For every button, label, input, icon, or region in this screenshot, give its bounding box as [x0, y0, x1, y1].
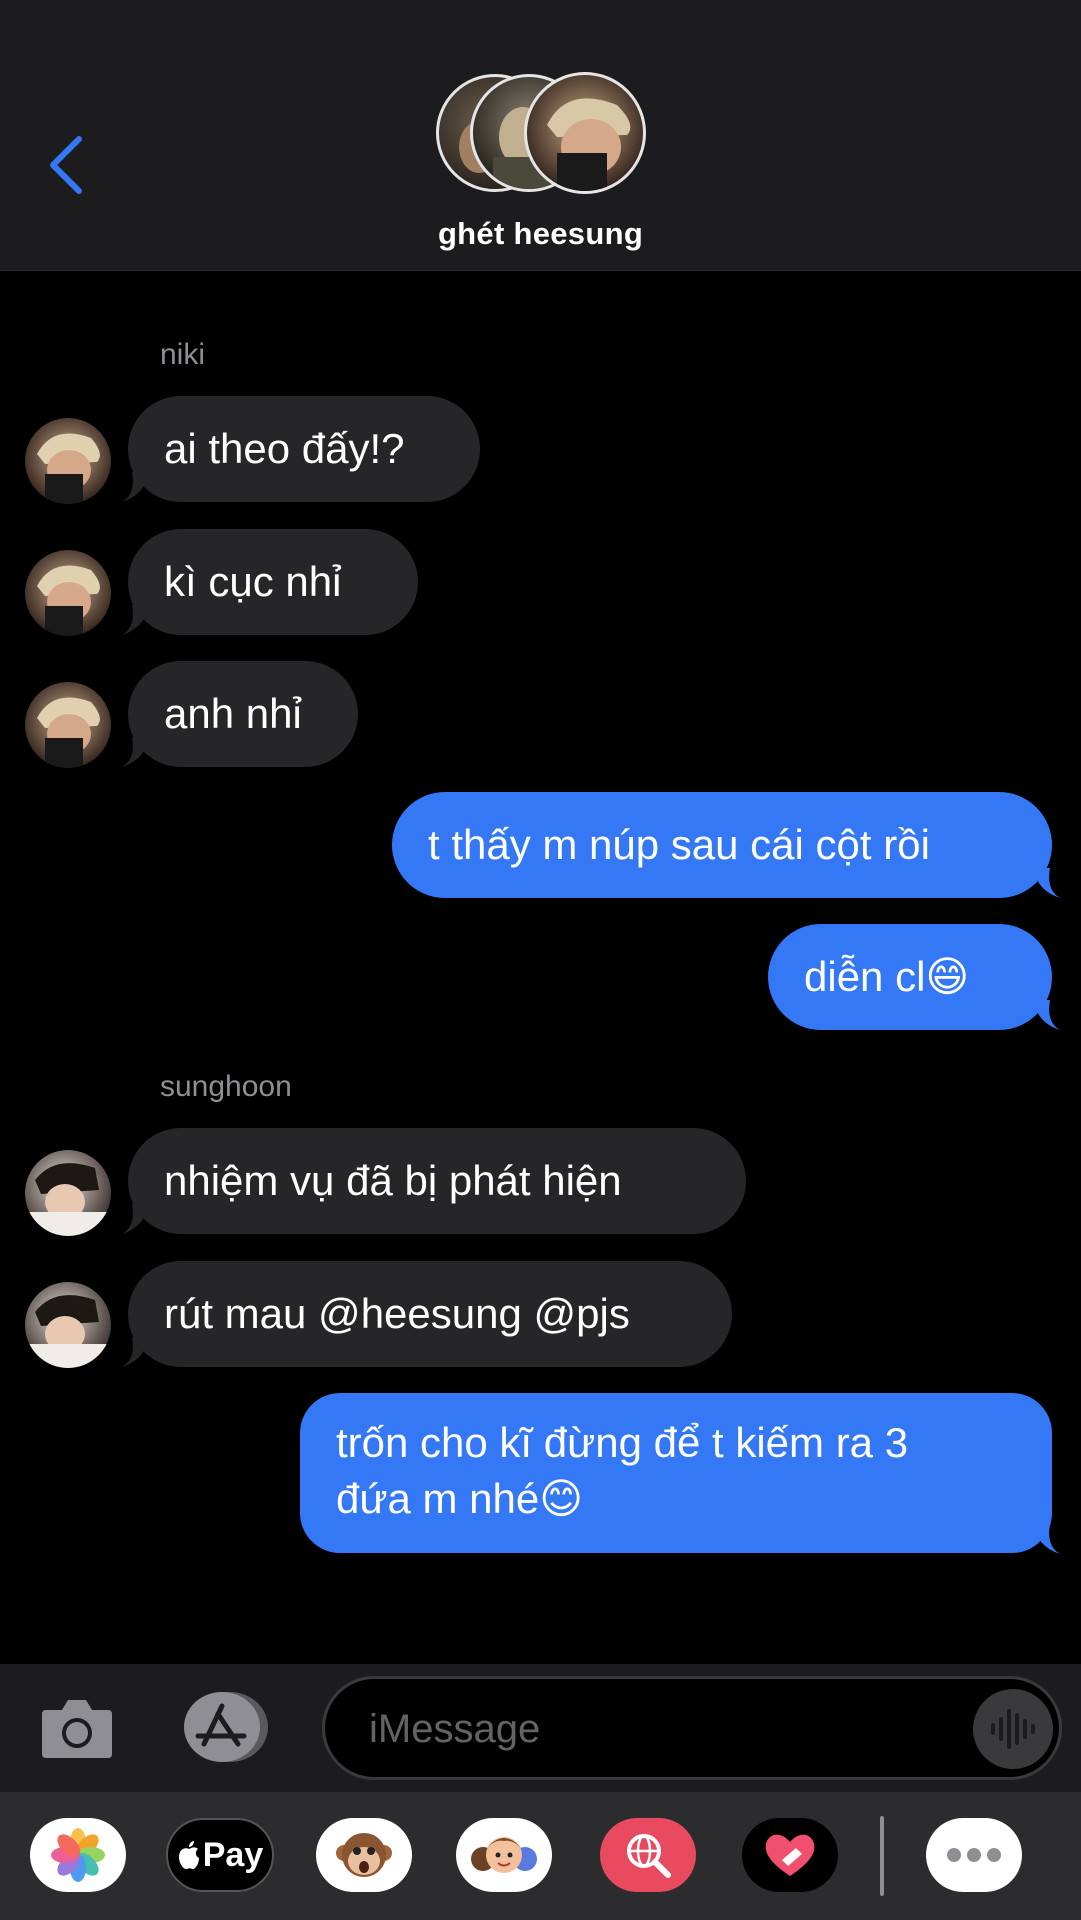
heart-touch-icon [765, 1834, 815, 1876]
avatar [524, 72, 646, 194]
back-button[interactable] [40, 130, 90, 200]
digital-touch-button[interactable] [742, 1818, 838, 1892]
camera-icon [42, 1700, 112, 1758]
message-bubble[interactable]: trốn cho kĩ đừng để t kiếm ra 3 đứa m nh… [300, 1393, 1052, 1553]
bubble-tail [122, 737, 148, 767]
message-bubble[interactable]: rút mau @heesung @pjs [128, 1261, 732, 1367]
avatar[interactable] [25, 1150, 111, 1236]
conversation-header: ghét heesung [0, 0, 1081, 271]
photos-app-button[interactable] [30, 1818, 126, 1892]
bubble-tail [1034, 1524, 1060, 1554]
message-bubble[interactable]: t thấy m núp sau cái cột rồi [392, 792, 1052, 898]
imessage-input[interactable] [367, 1679, 931, 1779]
bubble-tail [122, 472, 148, 502]
audio-message-button[interactable] [973, 1689, 1053, 1769]
drawer-divider [880, 1816, 884, 1896]
group-name[interactable]: ghét heesung [0, 216, 1081, 252]
bubble-tail [122, 1337, 148, 1367]
chevron-left-icon [50, 136, 82, 194]
message-line: đứa m nhé😊 [336, 1475, 584, 1522]
camera-button[interactable] [40, 1694, 114, 1760]
message-bubble[interactable]: diễn cl😄 [768, 924, 1052, 1030]
avatar[interactable] [25, 1282, 111, 1368]
message-bubble[interactable]: anh nhỉ [128, 661, 358, 767]
compose-bar [0, 1664, 1081, 1792]
web-search-button[interactable] [600, 1818, 696, 1892]
message-bubble[interactable]: kì cục nhỉ [128, 529, 418, 635]
group-avatars[interactable] [436, 72, 648, 198]
message-bubble[interactable]: ai theo đấy!? [128, 396, 480, 502]
memoji-icon [471, 1837, 537, 1873]
app-store-icon [184, 1692, 268, 1762]
monkey-icon [336, 1833, 392, 1877]
more-icon [947, 1848, 1001, 1862]
bubble-tail [122, 1204, 148, 1234]
message-field[interactable] [322, 1676, 1062, 1780]
photos-icon [51, 1828, 105, 1882]
message-line: trốn cho kĩ đừng để t kiếm ra 3 [336, 1419, 909, 1466]
memoji-button[interactable] [456, 1818, 552, 1892]
app-store-button[interactable] [180, 1690, 272, 1764]
bubble-tail [1034, 868, 1060, 898]
apple-pay-button[interactable]: Pay [166, 1818, 274, 1892]
sender-name: sunghoon [160, 1070, 292, 1103]
bubble-tail [122, 605, 148, 635]
sender-name: niki [160, 338, 206, 371]
avatar[interactable] [25, 418, 111, 504]
globe-search-icon [627, 1834, 671, 1878]
apple-pay-label: Pay [202, 1835, 264, 1874]
avatar[interactable] [25, 550, 111, 636]
bubble-tail [1034, 1000, 1060, 1030]
avatar[interactable] [25, 682, 111, 768]
message-bubble[interactable]: nhiệm vụ đã bị phát hiện [128, 1128, 746, 1234]
waveform-icon [991, 1709, 1035, 1749]
animoji-button[interactable] [316, 1818, 412, 1892]
app-drawer: Pay [0, 1792, 1081, 1920]
more-apps-button[interactable] [926, 1818, 1022, 1892]
apple-logo-icon [178, 1841, 199, 1870]
